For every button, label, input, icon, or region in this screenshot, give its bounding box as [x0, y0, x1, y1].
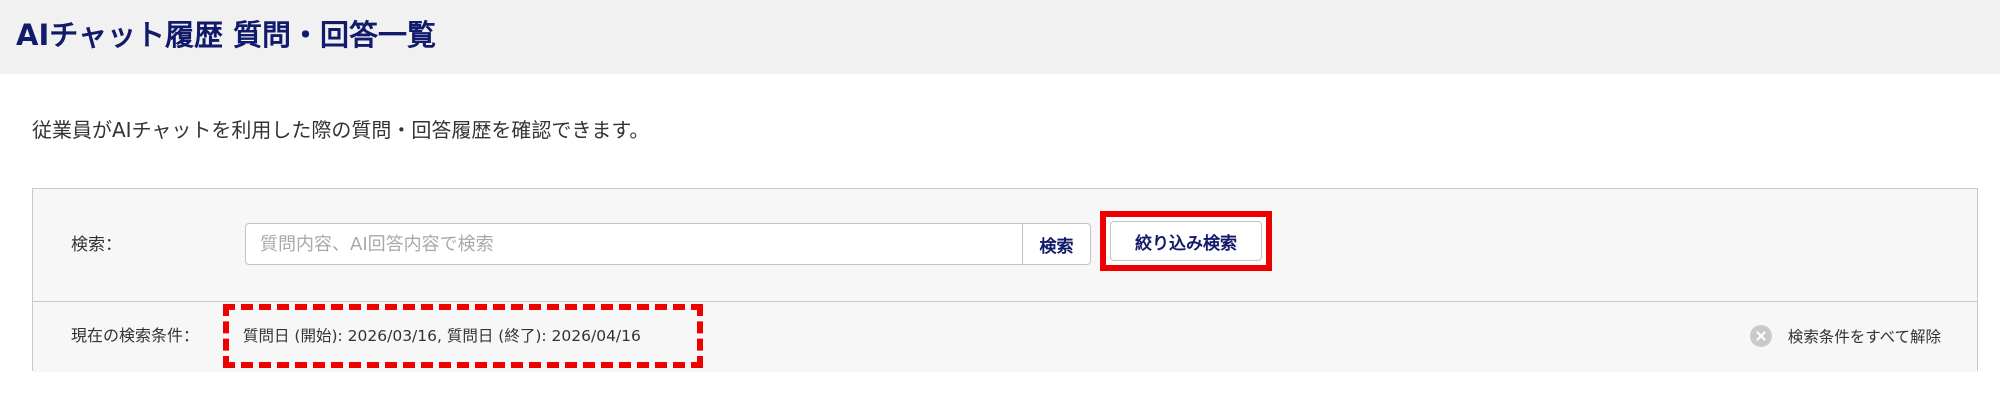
search-panel: 検索： 検索 絞り込み検索 現在の検索条件： 質問日 (開始): 2026/03…	[32, 188, 1978, 372]
search-label: 検索：	[71, 235, 122, 255]
search-conditions-value: 質問日 (開始): 2026/03/16, 質問日 (終了): 2026/04/…	[243, 327, 641, 345]
search-conditions-label: 現在の検索条件：	[71, 326, 200, 345]
clear-all-conditions-label[interactable]: 検索条件をすべて解除	[1788, 325, 1941, 347]
search-box	[245, 223, 1023, 265]
filter-search-button[interactable]: 絞り込み検索	[1110, 221, 1262, 261]
page-description: 従業員がAIチャットを利用した際の質問・回答履歴を確認できます。	[32, 118, 650, 142]
page-header: AIチャット履歴 質問・回答一覧	[0, 0, 2000, 74]
page-title: AIチャット履歴 質問・回答一覧	[16, 18, 437, 52]
search-input[interactable]	[246, 224, 1022, 264]
search-button[interactable]: 検索	[1023, 223, 1091, 265]
clear-all-conditions-button[interactable]: 検索条件をすべて解除	[1749, 322, 1941, 350]
close-circle-icon[interactable]	[1749, 325, 1772, 347]
search-conditions-row: 現在の検索条件： 質問日 (開始): 2026/03/16, 質問日 (終了):…	[33, 301, 1977, 372]
search-row: 検索： 検索 絞り込み検索	[33, 189, 1977, 301]
